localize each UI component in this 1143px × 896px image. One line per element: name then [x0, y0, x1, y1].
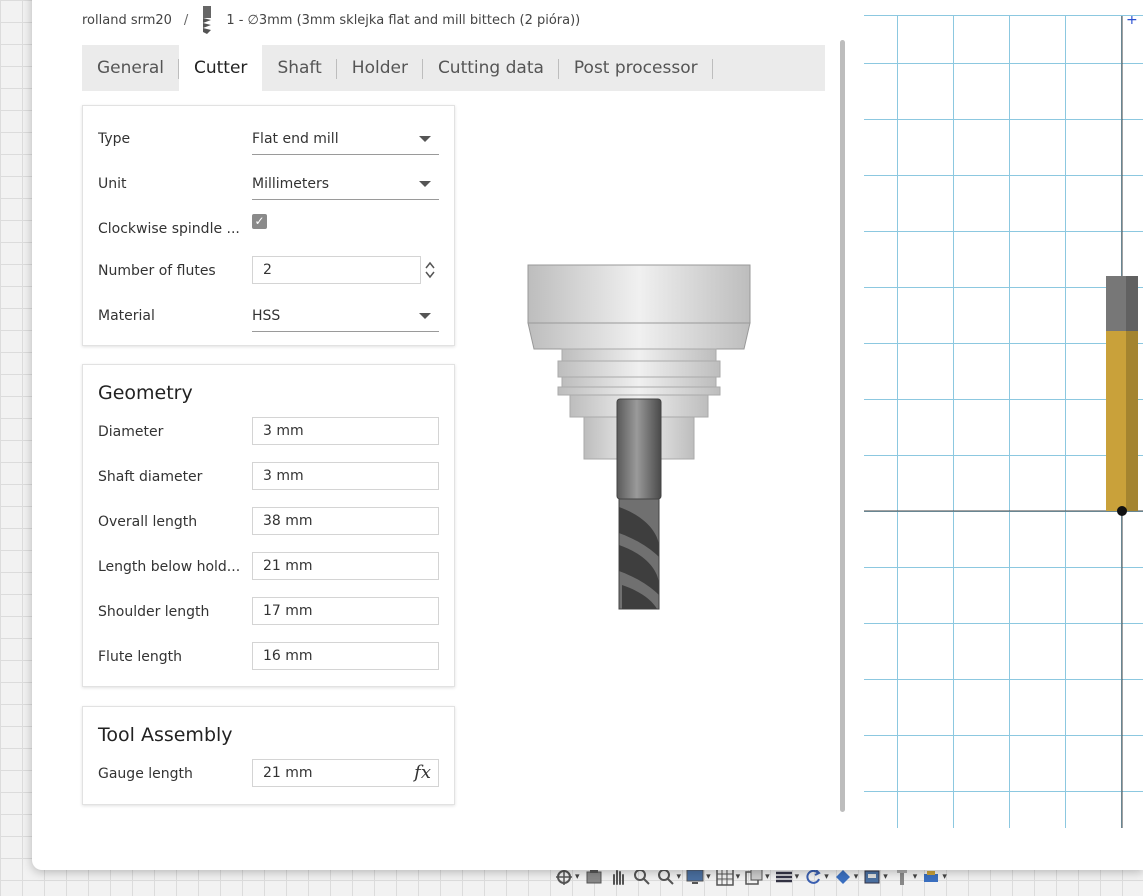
viewports-icon — [745, 868, 763, 885]
breadcrumb-machine[interactable]: rolland srm20 — [82, 13, 172, 28]
shoulder-length-input[interactable]: 17 mm — [252, 597, 439, 625]
type-select[interactable]: Flat end mill — [252, 124, 439, 155]
endmill-flutes — [618, 498, 660, 610]
tab-shaft[interactable]: Shaft — [262, 45, 337, 91]
unit-select[interactable]: Millimeters — [252, 169, 439, 200]
chevron-up-icon[interactable] — [424, 260, 436, 270]
flute-length-label: Flute length — [98, 649, 182, 665]
panel-scrollbar[interactable] — [840, 40, 845, 812]
length-below-holder-label: Length below hold... — [98, 559, 241, 575]
formula-icon[interactable]: fx — [414, 762, 431, 783]
material-label: Material — [98, 308, 155, 324]
overall-length-label: Overall length — [98, 514, 198, 530]
tool-editor-dialog: rolland srm20 / 1 - ∅3mm (3mm sklejka fl… — [32, 0, 1143, 870]
tab-cutter[interactable]: Cutter — [179, 45, 263, 91]
tab-cutting-data[interactable]: Cutting data — [423, 45, 559, 91]
diameter-input[interactable]: 3 mm — [252, 417, 439, 445]
tool-viewport: + — [864, 15, 1143, 828]
endmill-shank — [616, 398, 662, 500]
geometry-panel: Geometry Diameter 3 mm Shaft diameter 3 … — [82, 364, 455, 687]
magnifier-icon — [633, 869, 650, 885]
flute-length-input[interactable]: 16 mm — [252, 642, 439, 670]
shoulder-length-row: Shoulder length 17 mm — [98, 597, 439, 627]
monitor-icon — [686, 869, 704, 884]
tool-preview — [527, 264, 751, 610]
material-select[interactable]: HSS — [252, 301, 439, 332]
shaft-diameter-label: Shaft diameter — [98, 469, 203, 485]
breadcrumb: rolland srm20 / 1 - ∅3mm (3mm sklejka fl… — [82, 6, 581, 34]
chevron-down-icon[interactable] — [424, 270, 436, 280]
tool-assembly-panel: Tool Assembly Gauge length 21 mm fx — [82, 706, 455, 805]
tab-post-processor[interactable]: Post processor — [559, 45, 713, 91]
clockwise-checkbox[interactable]: ✓ — [252, 214, 267, 229]
overall-length-row: Overall length 38 mm — [98, 507, 439, 537]
chevron-down-icon — [419, 181, 431, 187]
chevron-down-icon — [419, 136, 431, 142]
shoulder-length-label: Shoulder length — [98, 604, 210, 620]
section-icon — [864, 870, 880, 884]
tool-assembly-title: Tool Assembly — [98, 724, 233, 746]
hand-icon — [612, 870, 624, 885]
diameter-label: Diameter — [98, 424, 164, 440]
diameter-row: Diameter 3 mm — [98, 417, 439, 447]
flutes-input[interactable]: 2 — [252, 256, 421, 284]
flutes-row: Number of flutes 2 — [98, 256, 439, 286]
gauge-length-label: Gauge length — [98, 766, 193, 782]
overall-length-input[interactable]: 38 mm — [252, 507, 439, 535]
tool-icon — [896, 869, 907, 885]
unit-row: Unit Millimeters — [98, 169, 439, 200]
flutes-label: Number of flutes — [98, 263, 216, 279]
shaft-diameter-input[interactable]: 3 mm — [252, 462, 439, 490]
gauge-length-row: Gauge length 21 mm fx — [98, 759, 439, 789]
type-label: Type — [98, 131, 131, 147]
breadcrumb-tool: 1 - ∅3mm (3mm sklejka flat and mill bitt… — [226, 12, 581, 28]
grid-icon — [715, 868, 734, 886]
zoom-window-icon — [657, 869, 674, 885]
material-row: Material HSS — [98, 301, 439, 332]
breadcrumb-separator: / — [183, 12, 189, 28]
length-below-holder-row: Length below hold... 21 mm — [98, 552, 439, 582]
camera-icon — [586, 870, 602, 884]
origin-point — [1117, 506, 1127, 516]
flute-length-row: Flute length 16 mm — [98, 642, 439, 672]
length-below-holder-input[interactable]: 21 mm — [252, 552, 439, 580]
tab-bar: General Cutter Shaft Holder Cutting data… — [82, 45, 825, 91]
cutter-panel: Type Flat end mill Unit Millimeters Cloc… — [82, 105, 455, 346]
gauge-length-input[interactable]: 21 mm — [252, 759, 439, 787]
clockwise-row: Clockwise spindle ... ✓ — [98, 214, 439, 244]
tab-general[interactable]: General — [82, 45, 179, 91]
tab-holder[interactable]: Holder — [337, 45, 423, 91]
unit-label: Unit — [98, 176, 127, 192]
orbit-icon — [556, 869, 572, 885]
axis-marker-icon: + — [1126, 16, 1138, 28]
chevron-down-icon — [419, 313, 431, 319]
rotate-icon — [806, 869, 821, 884]
shaft-diameter-row: Shaft diameter 3 mm — [98, 462, 439, 492]
viewport-drawing: + — [864, 16, 1143, 828]
geometry-title: Geometry — [98, 382, 193, 404]
diamond-icon — [835, 870, 850, 884]
layers-icon — [775, 871, 792, 883]
flutes-stepper[interactable] — [421, 256, 439, 284]
machine-icon — [924, 871, 939, 882]
clockwise-label: Clockwise spindle ... — [98, 221, 240, 237]
type-row: Type Flat end mill — [98, 124, 439, 155]
endmill-thumbnail-icon — [203, 6, 212, 34]
